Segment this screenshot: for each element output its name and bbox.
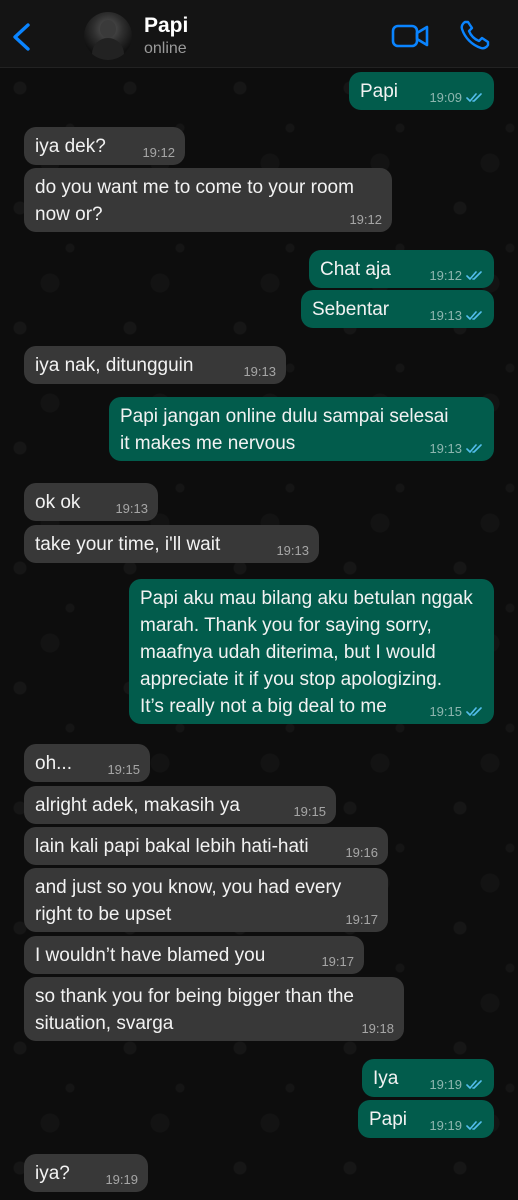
read-receipt-icon	[466, 92, 482, 102]
message-text: I wouldn’t have blamed you	[35, 945, 266, 966]
message-time: 19:15	[293, 804, 326, 819]
message-list[interactable]: Papi 19:09 iya dek? 19:12 do you want me to …	[0, 68, 518, 1200]
incoming-message[interactable]: take your time, i'll wait 19:13	[24, 525, 319, 563]
message-meta: 19:13	[243, 364, 276, 379]
message-text: do you want me to come to your room now …	[35, 177, 354, 225]
outgoing-message[interactable]: Papi jangan online dulu sampai selesai i…	[109, 397, 494, 461]
incoming-message[interactable]: iya nak, ditungguin 19:13	[24, 346, 286, 384]
message-time: 19:12	[349, 212, 382, 227]
message-meta: 19:19	[429, 1077, 484, 1092]
message-meta: 19:15	[429, 704, 484, 719]
incoming-message[interactable]: oh... 19:15	[24, 744, 150, 782]
message-time: 19:13	[243, 364, 276, 379]
message-time: 19:19	[105, 1172, 138, 1187]
outgoing-message[interactable]: Sebentar 19:13	[301, 290, 494, 328]
message-time: 19:13	[115, 501, 148, 516]
message-meta: 19:15	[293, 804, 326, 819]
message-meta: 19:13	[429, 308, 484, 323]
read-receipt-icon	[466, 270, 482, 280]
chat-header: Papi online	[0, 0, 518, 68]
message-text: Papi aku mau bilang aku betulan nggak ma…	[140, 588, 473, 717]
message-time: 19:18	[361, 1021, 394, 1036]
message-text: so thank you for being bigger than the s…	[35, 986, 355, 1034]
message-time: 19:15	[107, 762, 140, 777]
read-receipt-icon	[466, 1079, 482, 1089]
message-time: 19:19	[429, 1077, 462, 1092]
read-receipt-icon	[466, 706, 482, 716]
incoming-message[interactable]: iya dek? 19:12	[24, 127, 185, 165]
incoming-message[interactable]: do you want me to come to your room now …	[24, 168, 392, 232]
incoming-message[interactable]: lain kali papi bakal lebih hati-hati 19:1…	[24, 827, 388, 865]
incoming-message[interactable]: so thank you for being bigger than the s…	[24, 977, 404, 1041]
message-text: take your time, i'll wait	[35, 534, 221, 555]
incoming-message[interactable]: ok ok 19:13	[24, 483, 158, 521]
read-receipt-icon	[466, 310, 482, 320]
message-meta: 19:16	[345, 845, 378, 860]
message-text: iya nak, ditungguin	[35, 355, 194, 376]
message-meta: 19:13	[276, 543, 309, 558]
message-text: and just so you know, you had every righ…	[35, 877, 342, 925]
message-text: lain kali papi bakal lebih hati-hati	[35, 836, 309, 857]
message-time: 19:13	[429, 308, 462, 323]
message-time: 19:19	[429, 1118, 462, 1133]
outgoing-message[interactable]: Iya 19:19	[362, 1059, 494, 1097]
contact-status: online	[144, 40, 187, 57]
message-meta: 19:18	[361, 1021, 394, 1036]
message-meta: 19:13	[429, 441, 484, 456]
message-time: 19:16	[345, 845, 378, 860]
read-receipt-icon	[466, 1120, 482, 1130]
incoming-message[interactable]: iya? 19:19	[24, 1154, 148, 1192]
message-time: 19:17	[321, 954, 354, 969]
outgoing-message[interactable]: Chat aja 19:12	[309, 250, 494, 288]
incoming-message[interactable]: alright adek, makasih ya 19:15	[24, 786, 336, 824]
phone-icon[interactable]	[458, 18, 492, 52]
message-meta: 19:12	[142, 145, 175, 160]
message-meta: 19:12	[349, 212, 382, 227]
contact-name[interactable]: Papi	[144, 14, 188, 38]
message-meta: 19:17	[321, 954, 354, 969]
message-meta: 19:09	[429, 90, 484, 105]
incoming-message[interactable]: and just so you know, you had every righ…	[24, 868, 388, 932]
outgoing-message[interactable]: Papi aku mau bilang aku betulan nggak ma…	[129, 579, 494, 724]
message-meta: 19:17	[345, 912, 378, 927]
video-call-icon[interactable]	[390, 20, 430, 52]
message-time: 19:12	[429, 268, 462, 283]
message-time: 19:13	[429, 441, 462, 456]
message-meta: 19:15	[107, 762, 140, 777]
message-time: 19:17	[345, 912, 378, 927]
chevron-left-icon[interactable]	[8, 20, 38, 54]
message-meta: 19:13	[115, 501, 148, 516]
message-time: 19:12	[142, 145, 175, 160]
message-meta: 19:19	[429, 1118, 484, 1133]
message-meta: 19:19	[105, 1172, 138, 1187]
outgoing-message[interactable]: Papi 19:19	[358, 1100, 494, 1138]
message-text: alright adek, makasih ya	[35, 795, 240, 816]
incoming-message[interactable]: I wouldn’t have blamed you 19:17	[24, 936, 364, 974]
message-time: 19:13	[276, 543, 309, 558]
avatar[interactable]	[84, 12, 132, 60]
outgoing-message[interactable]: Papi 19:09	[349, 72, 494, 110]
message-time: 19:15	[429, 704, 462, 719]
message-meta: 19:12	[429, 268, 484, 283]
message-time: 19:09	[429, 90, 462, 105]
read-receipt-icon	[466, 443, 482, 453]
